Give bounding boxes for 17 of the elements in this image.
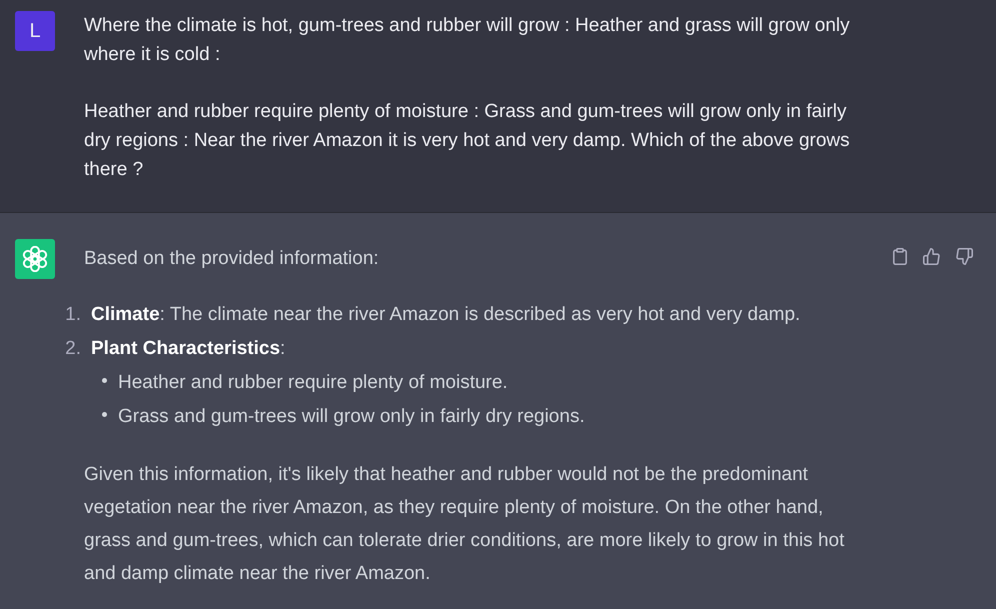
clipboard-icon[interactable] (893, 248, 907, 265)
list-item-text: Plant Characteristics: (91, 337, 286, 361)
bullet-icon (102, 412, 107, 417)
user-avatar: L (15, 11, 55, 51)
thumbs-down-icon[interactable] (956, 248, 973, 265)
bullet-icon (102, 378, 107, 383)
thumbs-up-icon[interactable] (923, 248, 940, 265)
list-number: 2. (64, 337, 81, 361)
list-number: 1. (64, 303, 81, 327)
message-text: Heather and rubber require plenty of moisture : Grass and gum-trees will grow only in fairly dry regions : Near the river Amazon it is very hot and very damp. Which of the above grows there ? (84, 100, 851, 182)
message-text: Where the climate is hot, gum-trees and rubber will grow : Heather and grass will grow only where it is cold : (84, 14, 851, 67)
list-item-text: Heather and rubber require plenty of moisture. (118, 371, 508, 395)
list-item-text: Grass and gum-trees will grow only in fairly dry regions. (118, 405, 585, 429)
assistant-avatar-icon (15, 239, 55, 279)
list-item-text: Climate: The climate near the river Amazon is described as very hot and very damp. (91, 303, 800, 327)
message-text: Based on the provided information: (84, 247, 380, 271)
message-text: Given this information, it's likely that heather and rubber would not be the predominant vegetation near the river Amazon, as they require plenty of moisture. On the other hand, grass and gum-trees, which can tolerate drier conditions, are more likely to grow in this hot and damp climate near the river Amazon. (84, 463, 846, 586)
